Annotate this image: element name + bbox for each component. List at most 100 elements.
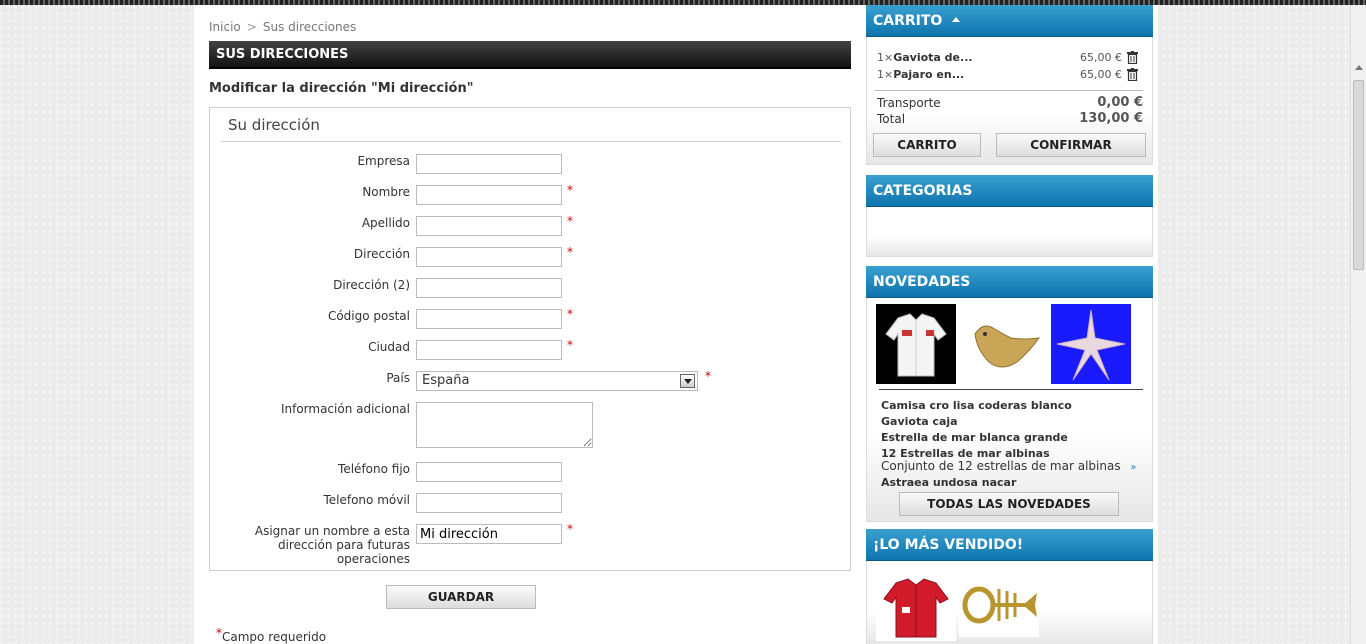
row-phone: Teléfono fijo bbox=[210, 462, 850, 486]
new-products-body: Camisa cro lisa coderas blanco Gaviota c… bbox=[866, 298, 1153, 522]
product-link[interactable]: Gaviota caja bbox=[881, 415, 958, 428]
categories-header: CATEGORIAS bbox=[866, 175, 1153, 207]
scroll-up-icon[interactable] bbox=[1355, 65, 1363, 70]
categories-body bbox=[866, 207, 1153, 257]
phone-label: Teléfono fijo bbox=[338, 462, 410, 476]
legend-divider bbox=[221, 141, 841, 142]
form-heading: Modificar la dirección "Mi dirección" bbox=[209, 81, 474, 96]
row-postcode: Código postal * bbox=[210, 307, 850, 333]
cart-divider bbox=[875, 90, 1143, 91]
right-sidebar: CARRITO 1×Gaviota de... 65,00 € 1×Pajaro… bbox=[862, 5, 1158, 644]
address1-label: Dirección bbox=[353, 247, 410, 261]
address2-input[interactable] bbox=[416, 278, 562, 298]
alias-input[interactable] bbox=[416, 524, 562, 544]
country-label: País bbox=[386, 371, 410, 385]
product-thumbnail-shirt[interactable] bbox=[876, 304, 956, 384]
cart-item-name[interactable]: Gaviota de... bbox=[893, 51, 972, 64]
all-new-products-button[interactable]: TODAS LAS NOVEDADES bbox=[899, 492, 1119, 516]
breadcrumb: Inicio > Sus direcciones bbox=[209, 20, 356, 34]
cart-item: 1×Pajaro en... 65,00 € bbox=[877, 68, 1142, 82]
cart-title: CARRITO bbox=[873, 13, 943, 29]
total-label: Total bbox=[877, 112, 906, 126]
row-mobile: Telefono móvil bbox=[210, 493, 850, 517]
caret-up-icon[interactable] bbox=[952, 16, 961, 22]
double-arrow-icon[interactable]: » bbox=[1130, 462, 1136, 473]
total-row: Total 130,00 € bbox=[877, 111, 1143, 126]
mobile-input[interactable] bbox=[416, 493, 562, 513]
best-sellers-body bbox=[866, 561, 1153, 644]
required-mark: * bbox=[567, 214, 573, 228]
confirm-button[interactable]: CONFIRMAR bbox=[996, 133, 1146, 157]
other-label: Información adicional bbox=[280, 402, 410, 416]
cart-item-price: 65,00 € bbox=[1080, 51, 1122, 64]
required-mark: * bbox=[216, 626, 222, 640]
required-mark: * bbox=[567, 522, 573, 536]
alias-label: Asignar un nombre a esta dirección para … bbox=[254, 524, 410, 566]
chevron-down-icon[interactable] bbox=[680, 374, 695, 388]
postcode-label: Código postal bbox=[327, 309, 410, 323]
required-mark: * bbox=[567, 245, 573, 259]
city-input[interactable] bbox=[416, 340, 562, 360]
row-company: Empresa bbox=[210, 154, 850, 178]
last-name-label: Apellido bbox=[361, 216, 410, 230]
address2-label: Dirección (2) bbox=[333, 278, 410, 292]
shipping-row: Transporte 0,00 € bbox=[877, 95, 1143, 110]
best-sellers-header: ¡LO MÁS VENDIDO! bbox=[866, 529, 1153, 561]
row-country: País España * bbox=[210, 369, 850, 395]
other-textarea[interactable] bbox=[416, 402, 593, 448]
product-link[interactable]: Estrella de mar blanca grande bbox=[881, 431, 1068, 444]
country-selected-value: España bbox=[422, 373, 470, 388]
product-description-text: Conjunto de 12 estrellas de mar albinas bbox=[881, 459, 1121, 473]
product-thumbnail-fishbone[interactable] bbox=[959, 575, 1039, 637]
cart-header[interactable]: CARRITO bbox=[866, 5, 1153, 37]
required-mark: * bbox=[567, 307, 573, 321]
product-link[interactable]: Astraea undosa nacar bbox=[881, 476, 1016, 489]
required-note: *Campo requerido bbox=[216, 626, 327, 644]
new-products-header: NOVEDADES bbox=[866, 266, 1153, 298]
product-link[interactable]: Camisa cro lisa coderas blanco bbox=[881, 399, 1072, 412]
cart-item-name[interactable]: Pajaro en... bbox=[893, 68, 964, 81]
main-column: Inicio > Sus direcciones SUS DIRECCIONES M… bbox=[194, 5, 862, 644]
trash-icon[interactable] bbox=[1127, 51, 1138, 64]
cart-item-qty: 1× bbox=[877, 68, 894, 81]
city-label: Ciudad bbox=[368, 340, 410, 354]
row-city: Ciudad * bbox=[210, 338, 850, 364]
breadcrumb-separator: > bbox=[246, 20, 257, 34]
product-thumbnail-starfish[interactable] bbox=[1051, 304, 1131, 384]
cart-item: 1×Gaviota de... 65,00 € bbox=[877, 51, 1142, 65]
mobile-label: Telefono móvil bbox=[323, 493, 410, 507]
phone-input[interactable] bbox=[416, 462, 562, 482]
row-last-name: Apellido * bbox=[210, 214, 850, 240]
row-other: Información adicional bbox=[210, 402, 850, 450]
last-name-input[interactable] bbox=[416, 216, 562, 236]
row-alias: Asignar un nombre a esta dirección para … bbox=[210, 522, 850, 568]
row-address2: Dirección (2) bbox=[210, 278, 850, 302]
total-value: 130,00 € bbox=[1079, 111, 1143, 126]
breadcrumb-home-link[interactable]: Inicio bbox=[209, 20, 241, 34]
cart-button[interactable]: CARRITO bbox=[873, 133, 981, 157]
required-note-text: Campo requerido bbox=[222, 630, 327, 644]
company-input[interactable] bbox=[416, 154, 562, 174]
product-thumbnail-gull[interactable] bbox=[963, 304, 1043, 384]
page-scrollbar[interactable] bbox=[1350, 5, 1366, 644]
scrollbar-thumb[interactable] bbox=[1353, 80, 1364, 270]
postcode-input[interactable] bbox=[416, 309, 562, 329]
company-label: Empresa bbox=[357, 154, 410, 168]
save-button[interactable]: GUARDAR bbox=[386, 585, 536, 609]
row-address1: Dirección * bbox=[210, 245, 850, 271]
fieldset-legend: Su dirección bbox=[228, 116, 320, 134]
cart-body: 1×Gaviota de... 65,00 € 1×Pajaro en... 6… bbox=[866, 37, 1153, 165]
product-thumbnail-red-shirt[interactable] bbox=[876, 571, 956, 641]
shipping-value: 0,00 € bbox=[1097, 95, 1143, 110]
trash-icon[interactable] bbox=[1127, 68, 1138, 81]
cart-item-qty: 1× bbox=[877, 51, 894, 64]
shipping-label: Transporte bbox=[877, 96, 941, 110]
first-name-label: Nombre bbox=[362, 185, 410, 199]
new-products-divider bbox=[879, 389, 1143, 390]
country-select[interactable]: España bbox=[416, 371, 698, 391]
address1-input[interactable] bbox=[416, 247, 562, 267]
product-description: Conjunto de 12 estrellas de mar albinas … bbox=[881, 459, 1137, 473]
required-mark: * bbox=[567, 338, 573, 352]
first-name-input[interactable] bbox=[416, 185, 562, 205]
cart-item-price: 65,00 € bbox=[1080, 68, 1122, 81]
